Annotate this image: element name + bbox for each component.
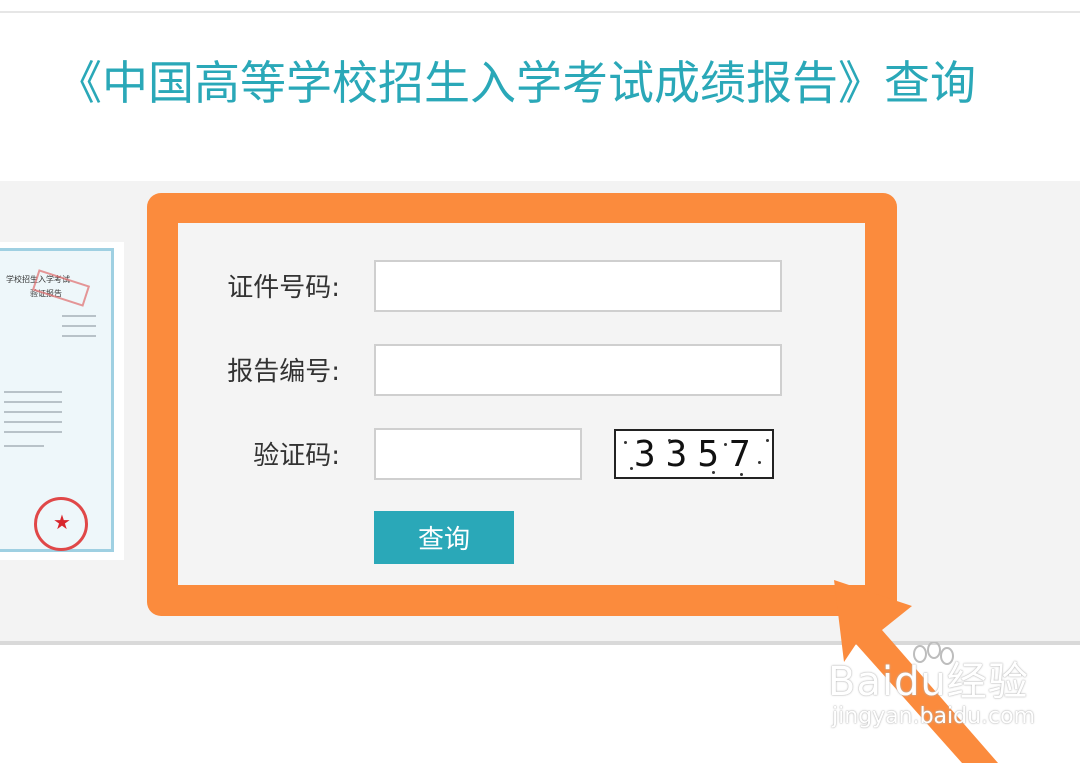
captcha-label: 验证码: xyxy=(253,441,340,471)
id-number-input[interactable] xyxy=(374,260,782,312)
captcha-input[interactable] xyxy=(374,428,582,480)
captcha-text: 3357 xyxy=(634,434,761,475)
page-title: 《中国高等学校招生入学考试成绩报告》查询 xyxy=(56,56,976,110)
query-button[interactable]: 查询 xyxy=(374,511,514,564)
certificate-border: 学校招生入学考试 验证报告 ★ xyxy=(0,248,114,552)
top-divider xyxy=(0,11,1080,13)
watermark-url: jingyan.baidu.com xyxy=(832,704,1036,729)
id-number-label: 证件号码: xyxy=(227,273,340,303)
report-number-label: 报告编号: xyxy=(227,357,340,387)
report-number-input[interactable] xyxy=(374,344,782,396)
certificate-red-seal: ★ xyxy=(34,497,88,551)
star-icon: ★ xyxy=(53,510,71,534)
baidu-watermark: Baidu经验 jingyan.baidu.com xyxy=(828,642,1036,730)
captcha-image[interactable]: 3357 xyxy=(614,429,774,479)
certificate-preview: 学校招生入学考试 验证报告 ★ xyxy=(0,242,124,560)
paw-icon xyxy=(913,642,954,665)
